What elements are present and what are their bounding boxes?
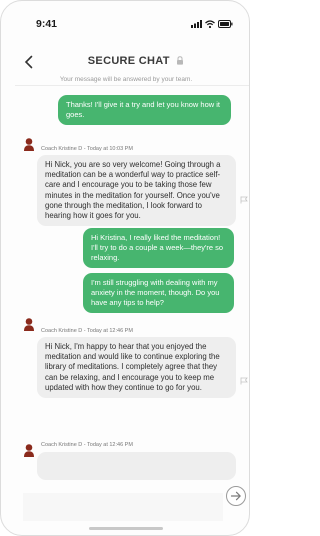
message-text: Thanks! I'll give it a try and let you k… bbox=[66, 100, 221, 119]
chevron-left-icon bbox=[24, 55, 33, 69]
flag-icon[interactable] bbox=[240, 196, 248, 204]
status-bar: 9:41 bbox=[1, 1, 249, 37]
home-indicator bbox=[89, 527, 163, 530]
coach-avatar bbox=[24, 138, 34, 151]
message-text: Hi Nick, you are so very welcome! Going … bbox=[45, 160, 221, 221]
compose-area bbox=[23, 486, 249, 525]
message-meta: Coach Kristine D - Today at 10:03 PM bbox=[41, 146, 133, 152]
message-meta: Coach Kristine D - Today at 12:46 PM bbox=[41, 442, 133, 448]
send-arrow-icon bbox=[226, 486, 246, 506]
header-subtitle: Your message will be answered by your te… bbox=[59, 76, 193, 83]
phone-screen: 9:41 SECURE CHAT Your message will be an… bbox=[0, 0, 250, 536]
title-wrap: SECURE CHAT bbox=[61, 51, 211, 69]
send-button[interactable] bbox=[225, 485, 247, 507]
back-button[interactable] bbox=[23, 55, 41, 75]
wifi-icon bbox=[205, 20, 215, 28]
message-input[interactable] bbox=[23, 493, 223, 521]
incoming-message: Hi Nick, you are so very welcome! Going … bbox=[37, 155, 236, 227]
page-title: SECURE CHAT bbox=[87, 55, 170, 67]
battery-icon bbox=[218, 20, 233, 28]
outgoing-message: I'm still struggling with dealing with m… bbox=[83, 273, 234, 313]
incoming-message: Hi Nick, I'm happy to hear that you enjo… bbox=[37, 337, 236, 399]
coach-avatar bbox=[24, 444, 34, 457]
coach-avatar bbox=[24, 318, 34, 331]
flag-icon[interactable] bbox=[240, 377, 248, 385]
message-text: I'm still struggling with dealing with m… bbox=[91, 278, 220, 307]
outgoing-message: Hi Kristina, I really liked the meditati… bbox=[83, 228, 234, 268]
status-icons bbox=[191, 18, 233, 30]
message-text: Hi Kristina, I really liked the meditati… bbox=[91, 233, 224, 262]
outgoing-message: Thanks! I'll give it a try and let you k… bbox=[58, 95, 231, 125]
chat-header: SECURE CHAT Your message will be answere… bbox=[1, 37, 249, 83]
message-meta: Coach Kristine D - Today at 12:46 PM bbox=[41, 328, 133, 334]
signal-icon bbox=[191, 20, 202, 28]
header-divider bbox=[15, 85, 249, 86]
status-time: 9:41 bbox=[36, 18, 58, 30]
message-text: Hi Nick, I'm happy to hear that you enjo… bbox=[45, 342, 220, 392]
incoming-message bbox=[37, 452, 236, 480]
lock-icon bbox=[177, 56, 184, 65]
